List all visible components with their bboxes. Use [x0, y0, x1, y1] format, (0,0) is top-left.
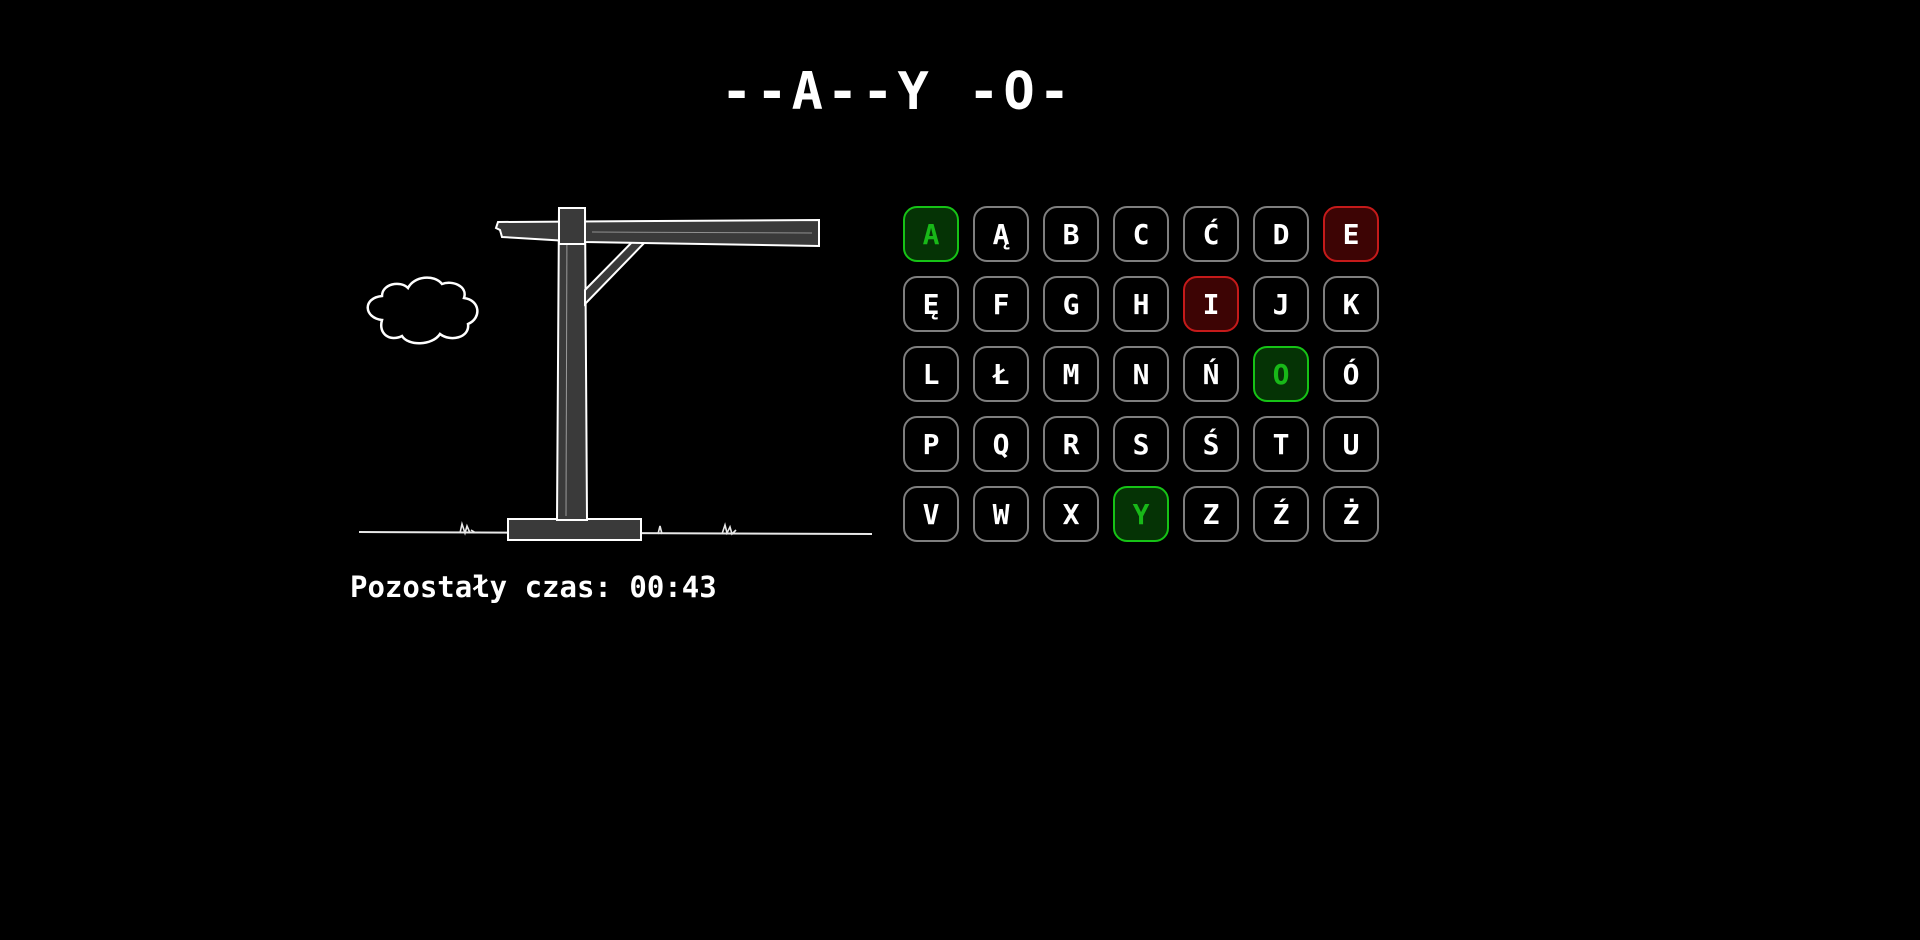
- letter-key[interactable]: Ż: [1323, 486, 1379, 542]
- letter-key[interactable]: L: [903, 346, 959, 402]
- letter-key[interactable]: G: [1043, 276, 1099, 332]
- letter-key[interactable]: M: [1043, 346, 1099, 402]
- letter-key[interactable]: T: [1253, 416, 1309, 472]
- timer-value: 00:43: [629, 570, 717, 604]
- letter-key[interactable]: B: [1043, 206, 1099, 262]
- letter-key[interactable]: A: [903, 206, 959, 262]
- letter-key[interactable]: V: [903, 486, 959, 542]
- gallows-illustration: [358, 207, 873, 541]
- letter-key[interactable]: Ł: [973, 346, 1029, 402]
- letter-key[interactable]: Ś: [1183, 416, 1239, 472]
- letter-keyboard: AĄBCĆDE ĘFGHIJK LŁMNŃOÓ PQRSŚTU VWXYZŹŻ: [903, 206, 1379, 542]
- cloud-icon: [366, 276, 479, 345]
- letter-key[interactable]: Ó: [1323, 346, 1379, 402]
- letter-key[interactable]: D: [1253, 206, 1309, 262]
- hangman-page: --A--Y -O- Pozostały czas: 00:43 AĄBCĆDE…: [0, 0, 1920, 940]
- masked-word: --A--Y -O-: [720, 62, 1075, 122]
- letter-key[interactable]: I: [1183, 276, 1239, 332]
- letter-key[interactable]: N: [1113, 346, 1169, 402]
- letter-key[interactable]: F: [973, 276, 1029, 332]
- letter-key[interactable]: Ć: [1183, 206, 1239, 262]
- letter-key[interactable]: E: [1323, 206, 1379, 262]
- letter-key[interactable]: O: [1253, 346, 1309, 402]
- letter-key[interactable]: Y: [1113, 486, 1169, 542]
- letter-key[interactable]: H: [1113, 276, 1169, 332]
- letter-key[interactable]: X: [1043, 486, 1099, 542]
- letter-key[interactable]: Z: [1183, 486, 1239, 542]
- gallows-post: [555, 207, 589, 521]
- letter-key[interactable]: K: [1323, 276, 1379, 332]
- letter-key[interactable]: Ń: [1183, 346, 1239, 402]
- timer-label: Pozostały czas:: [350, 570, 612, 604]
- letter-key[interactable]: R: [1043, 416, 1099, 472]
- letter-key[interactable]: U: [1323, 416, 1379, 472]
- letter-key[interactable]: P: [903, 416, 959, 472]
- letter-key[interactable]: C: [1113, 206, 1169, 262]
- letter-key[interactable]: Q: [973, 416, 1029, 472]
- letter-key[interactable]: Ę: [903, 276, 959, 332]
- timer-display: Pozostały czas: 00:43: [350, 570, 717, 604]
- letter-key[interactable]: Ą: [973, 206, 1029, 262]
- letter-key[interactable]: J: [1253, 276, 1309, 332]
- letter-key[interactable]: Ź: [1253, 486, 1309, 542]
- gallows-base: [507, 518, 642, 541]
- letter-key[interactable]: W: [973, 486, 1029, 542]
- letter-key[interactable]: S: [1113, 416, 1169, 472]
